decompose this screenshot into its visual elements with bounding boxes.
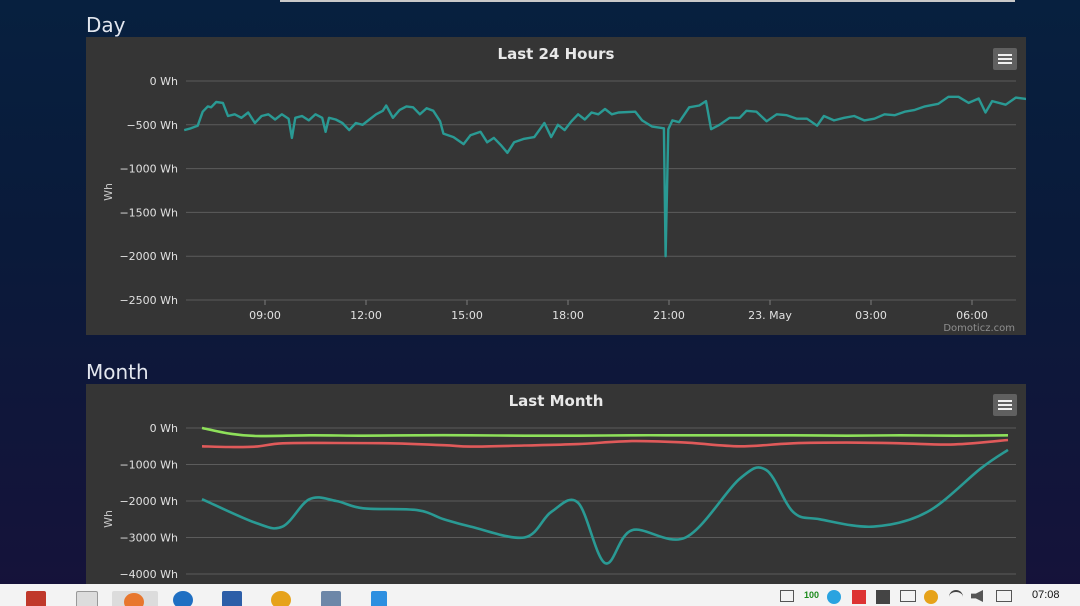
day-y-axis-label: Wh	[102, 183, 115, 201]
app-window-icon[interactable]	[222, 591, 242, 606]
credit-link[interactable]: Domoticz.com	[943, 323, 1015, 334]
day-chart-svg: 0 Wh −500 Wh −1000 Wh −1500 Wh −2000 Wh −2500…	[102, 75, 1026, 334]
top-scroll-edge	[280, 0, 1015, 2]
day-x-tick-label: 15:00	[451, 309, 483, 322]
month-y-tick-label: −1000 Wh	[119, 459, 178, 472]
day-x-tick-label: 03:00	[855, 309, 887, 322]
mail-icon[interactable]	[900, 590, 916, 602]
taskbar: 100 07:08	[0, 584, 1080, 606]
security-icon[interactable]	[876, 590, 890, 604]
month-series-green-line	[201, 426, 1009, 438]
weather-icon[interactable]	[924, 590, 938, 604]
day-x-tick-label: 21:00	[653, 309, 685, 322]
document-icon[interactable]	[76, 591, 98, 606]
network-icon[interactable]	[996, 590, 1012, 602]
phone-icon[interactable]	[371, 591, 387, 606]
month-series-red-line	[201, 438, 1009, 449]
day-y-tick-label: −2000 Wh	[119, 250, 178, 263]
battery-level-icon[interactable]: 100	[804, 590, 819, 600]
day-x-tick-label: 18:00	[552, 309, 584, 322]
month-y-axis-label: Wh	[102, 510, 115, 528]
day-y-tick-label: 0 Wh	[150, 75, 178, 88]
section-title-month: Month	[86, 360, 149, 384]
month-chart-panel: Last Month 0 Wh −1000 Wh −2000 Wh −3000 Wh −…	[86, 384, 1026, 584]
browser-icon[interactable]	[173, 591, 193, 606]
month-chart-svg: 0 Wh −1000 Wh −2000 Wh −3000 Wh −4000 Wh Wh	[102, 422, 1016, 581]
month-series-teal-line	[201, 448, 1009, 565]
day-y-tick-label: −500 Wh	[126, 119, 178, 132]
wifi-icon[interactable]	[949, 590, 963, 604]
system-clock[interactable]: 07:08	[1032, 589, 1060, 601]
section-title-day: Day	[86, 13, 126, 37]
day-y-tick-label: −1500 Wh	[119, 206, 178, 219]
store-icon[interactable]	[26, 591, 46, 606]
sun-icon[interactable]	[271, 591, 291, 606]
firefox-icon[interactable]	[112, 591, 158, 606]
blocked-icon[interactable]	[852, 590, 866, 604]
month-y-tick-label: −4000 Wh	[119, 568, 178, 581]
telegram-icon[interactable]	[827, 590, 841, 604]
calculator-icon[interactable]	[321, 591, 341, 606]
day-y-tick-label: −1000 Wh	[119, 163, 178, 176]
month-y-tick-label: −3000 Wh	[119, 532, 178, 545]
day-x-tick-label: 23. May	[748, 309, 792, 322]
day-chart-panel: Last 24 Hours 0 Wh −500 Wh −1000 Wh −1500 W…	[86, 37, 1026, 335]
day-x-tick-label: 12:00	[350, 309, 382, 322]
day-y-tick-label: −2500 Wh	[119, 294, 178, 307]
device-icon[interactable]	[780, 590, 794, 602]
day-series-line	[183, 95, 1026, 258]
month-y-tick-label: −2000 Wh	[119, 495, 178, 508]
day-x-tick-label: 09:00	[249, 309, 281, 322]
speaker-muted-icon[interactable]	[971, 590, 983, 602]
month-y-tick-label: 0 Wh	[150, 422, 178, 435]
day-x-tick-label: 06:00	[956, 309, 988, 322]
